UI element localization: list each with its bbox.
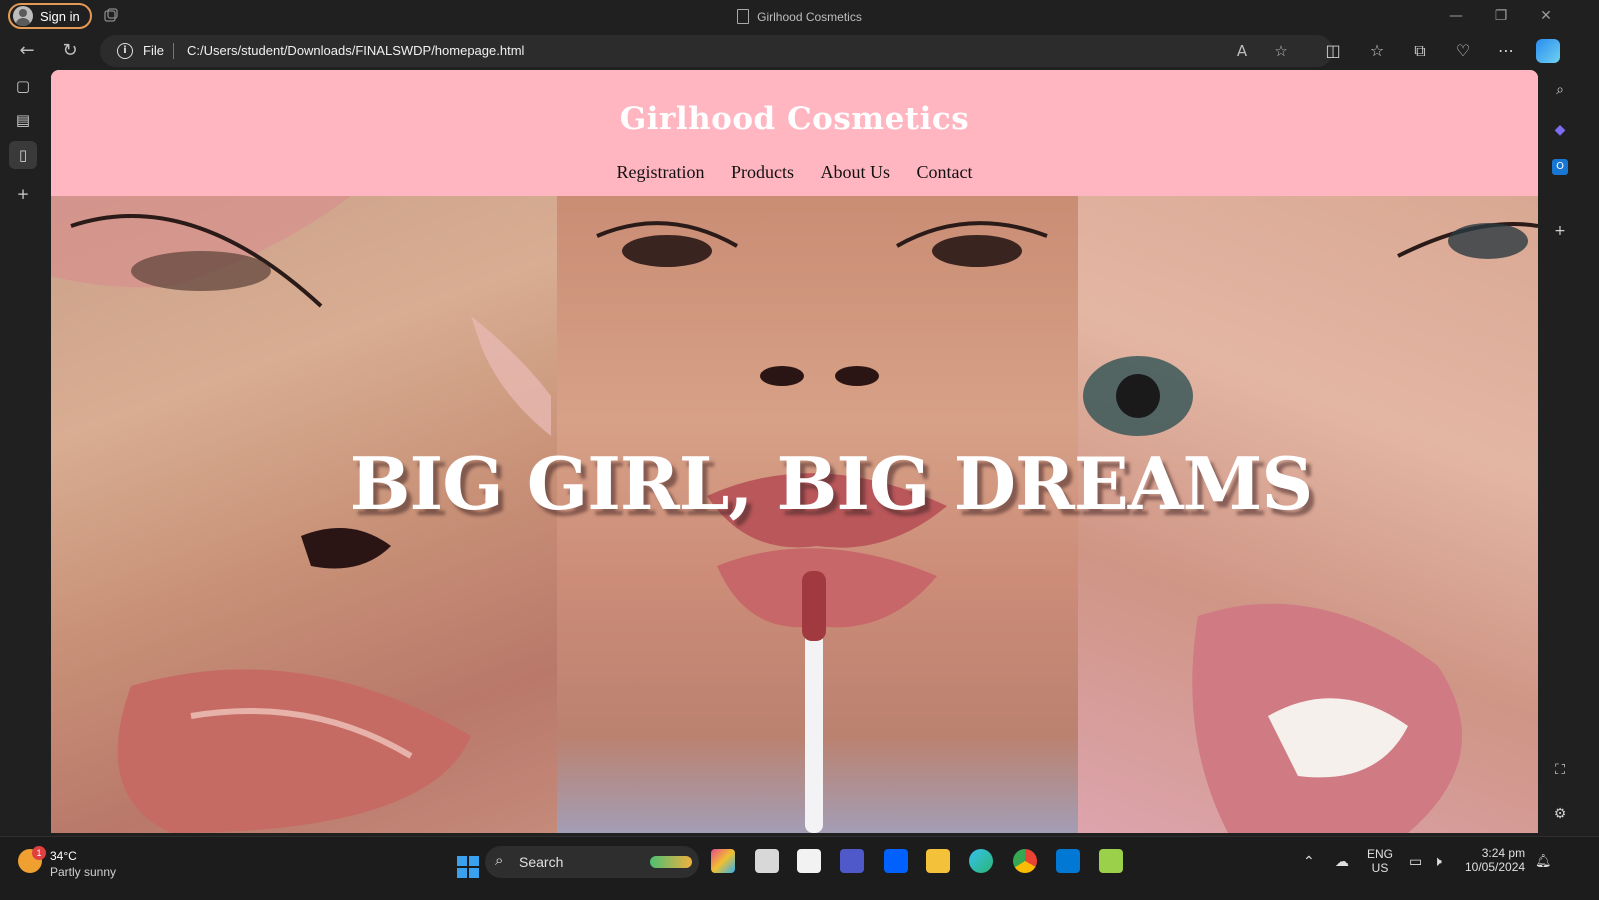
clock[interactable]: 3:24 pm 10/05/2024 — [1465, 846, 1525, 874]
network-icon[interactable]: ▭ — [1409, 853, 1422, 870]
minimize-button[interactable]: — — [1446, 6, 1466, 26]
collections-icon[interactable]: ⧉ — [1409, 40, 1431, 62]
tab-icon[interactable]: ▤ — [12, 109, 34, 131]
vscode-icon[interactable] — [1056, 849, 1080, 873]
edge-sidebar: ⌕ ◆ O + ⛶ ⚙ — [1540, 69, 1599, 833]
favorites-icon[interactable]: ☆ — [1366, 40, 1388, 62]
close-button[interactable]: ✕ — [1536, 6, 1556, 26]
screenshot-icon[interactable]: ⛶ — [1549, 759, 1571, 781]
taskbar-search[interactable]: ⌕ Search — [485, 846, 699, 878]
site-nav: Registration Products About Us Contact — [51, 162, 1538, 183]
add-sidebar-app-icon[interactable]: + — [1549, 220, 1571, 242]
tray-overflow-icon[interactable]: ⌃ — [1303, 853, 1315, 870]
chrome-icon[interactable] — [1013, 849, 1037, 873]
refresh-button[interactable]: ↻ — [59, 40, 81, 62]
search-highlight-icon — [650, 856, 692, 868]
search-icon[interactable]: ⌕ — [1549, 79, 1571, 101]
nav-about-us[interactable]: About Us — [820, 162, 890, 182]
favorite-star-icon[interactable]: ☆ — [1271, 41, 1291, 61]
site-header: Girlhood Cosmetics Registration Products… — [51, 70, 1538, 196]
active-tab-icon[interactable]: ▯ — [9, 141, 37, 169]
outlook-icon[interactable]: O — [1552, 159, 1568, 175]
window-title-text: Girlhood Cosmetics — [757, 10, 862, 24]
address-row: ← ↻ i File C:/Users/student/Downloads/FI… — [0, 33, 1599, 69]
window-title: Girlhood Cosmetics — [0, 9, 1599, 24]
copilot-icon[interactable] — [1536, 39, 1560, 63]
taskbar: 1 34°C Partly sunny ⌕ Search ⌃ ☁ ENG US … — [0, 836, 1599, 900]
onedrive-icon[interactable]: ☁ — [1335, 853, 1349, 870]
vertical-tab-bar: ▢ ▤ ▯ + — [0, 69, 48, 833]
nav-contact[interactable]: Contact — [917, 162, 973, 182]
title-bar: Sign in Girlhood Cosmetics — ❐ ✕ — [0, 0, 1599, 33]
hero-headline: BIG GIRL, BIG DREAMS — [349, 441, 1314, 526]
notification-badge: 1 — [32, 846, 46, 860]
file-explorer-icon[interactable] — [926, 849, 950, 873]
address-bar[interactable]: i File C:/Users/student/Downloads/FINALS… — [100, 35, 1333, 67]
split-screen-icon[interactable]: ◫ — [1322, 40, 1344, 62]
language-indicator[interactable]: ENG US — [1367, 847, 1393, 875]
volume-muted-icon[interactable]: 🕨 — [1433, 853, 1442, 870]
start-windows-icon[interactable] — [457, 856, 479, 878]
dropbox-icon[interactable] — [884, 849, 908, 873]
search-icon: ⌕ — [495, 852, 504, 869]
notepad-plus-icon[interactable] — [1099, 849, 1123, 873]
clock-time: 3:24 pm — [1481, 846, 1526, 860]
read-aloud-icon[interactable]: A — [1232, 41, 1252, 61]
url-text[interactable]: C:/Users/student/Downloads/FINALSWDP/hom… — [187, 43, 524, 58]
nav-registration[interactable]: Registration — [616, 162, 704, 182]
edge-icon[interactable] — [969, 849, 993, 873]
info-icon[interactable]: i — [117, 43, 133, 59]
page-icon — [737, 9, 750, 24]
more-options-icon[interactable]: ⋯ — [1495, 40, 1517, 62]
teams-icon[interactable] — [840, 849, 864, 873]
tab-actions-icon[interactable]: ▢ — [12, 75, 34, 97]
weather-temperature: 34°C — [50, 849, 77, 863]
nav-products[interactable]: Products — [731, 162, 794, 182]
new-tab-icon[interactable]: + — [12, 183, 34, 205]
page-viewport: Girlhood Cosmetics Registration Products… — [51, 70, 1538, 833]
site-title: Girlhood Cosmetics — [619, 101, 970, 137]
language-code: ENG — [1367, 847, 1394, 861]
taskbar-search-label: Search — [519, 854, 564, 870]
performance-icon[interactable]: ♡ — [1452, 40, 1474, 62]
restore-button[interactable]: ❐ — [1491, 6, 1511, 26]
task-view-icon[interactable] — [755, 849, 779, 873]
back-button[interactable]: ← — [16, 40, 38, 62]
microsoft-store-icon[interactable] — [797, 849, 821, 873]
notifications-bell-icon[interactable]: 🔔︎ — [1535, 853, 1552, 869]
copilot-sidebar-icon[interactable]: ◆ — [1549, 119, 1571, 141]
address-divider — [173, 43, 174, 59]
copilot-pre-icon[interactable] — [711, 849, 735, 873]
settings-gear-icon[interactable]: ⚙ — [1549, 803, 1571, 825]
region-code: US — [1371, 861, 1389, 875]
clock-date: 10/05/2024 — [1465, 860, 1526, 874]
weather-condition: Partly sunny — [50, 865, 117, 879]
url-scheme: File — [143, 43, 164, 58]
